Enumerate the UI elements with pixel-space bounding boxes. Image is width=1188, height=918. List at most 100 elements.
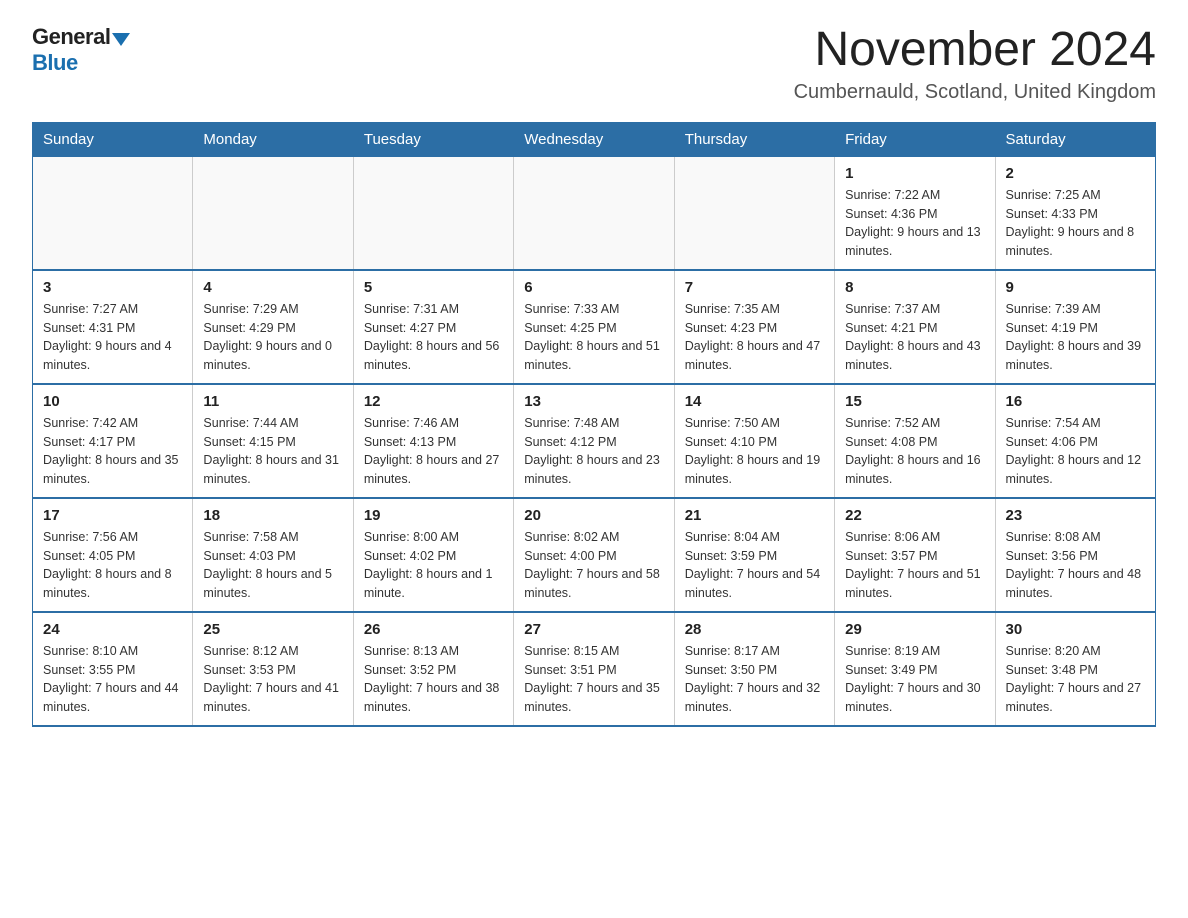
day-number: 29 — [845, 621, 984, 638]
calendar-subtitle: Cumbernauld, Scotland, United Kingdom — [794, 81, 1156, 104]
day-number: 13 — [524, 393, 663, 410]
day-number: 16 — [1006, 393, 1145, 410]
week-row-1: 1Sunrise: 7:22 AMSunset: 4:36 PMDaylight… — [33, 156, 1156, 270]
day-info: Sunrise: 7:46 AMSunset: 4:13 PMDaylight:… — [364, 414, 503, 489]
day-number: 24 — [43, 621, 182, 638]
day-info: Sunrise: 8:02 AMSunset: 4:00 PMDaylight:… — [524, 528, 663, 603]
calendar-table: SundayMondayTuesdayWednesdayThursdayFrid… — [32, 122, 1156, 727]
day-cell: 20 Sunrise: 8:02 AMSunset: 4:00 PMDayligh… — [514, 498, 674, 612]
day-cell: 21 Sunrise: 8:04 AMSunset: 3:59 PMDayligh… — [674, 498, 834, 612]
day-info: Sunrise: 8:13 AMSunset: 3:52 PMDaylight:… — [364, 642, 503, 717]
day-cell: 16 Sunrise: 7:54 AMSunset: 4:06 PMDayligh… — [995, 384, 1155, 498]
day-cell: 23 Sunrise: 8:08 AMSunset: 3:56 PMDayligh… — [995, 498, 1155, 612]
day-number: 4 — [203, 279, 342, 296]
day-cell — [353, 156, 513, 270]
day-number: 22 — [845, 507, 984, 524]
day-cell: 10 Sunrise: 7:42 AMSunset: 4:17 PMDayligh… — [33, 384, 193, 498]
day-number: 10 — [43, 393, 182, 410]
day-number: 27 — [524, 621, 663, 638]
logo-general-text: General — [32, 24, 110, 49]
title-block: November 2024 Cumbernauld, Scotland, Uni… — [794, 24, 1156, 104]
day-cell: 29Sunrise: 8:19 AMSunset: 3:49 PMDayligh… — [835, 612, 995, 726]
day-cell — [514, 156, 674, 270]
logo: General Blue — [32, 24, 130, 76]
logo-general-row: General — [32, 24, 130, 50]
day-number: 26 — [364, 621, 503, 638]
day-number: 1 — [845, 165, 984, 182]
day-cell: 25 Sunrise: 8:12 AMSunset: 3:53 PMDayligh… — [193, 612, 353, 726]
day-cell: 28 Sunrise: 8:17 AMSunset: 3:50 PMDayligh… — [674, 612, 834, 726]
day-info: Sunrise: 7:39 AMSunset: 4:19 PMDaylight:… — [1006, 300, 1145, 375]
day-number: 21 — [685, 507, 824, 524]
day-cell: 26 Sunrise: 8:13 AMSunset: 3:52 PMDayligh… — [353, 612, 513, 726]
day-number: 19 — [364, 507, 503, 524]
logo-blue-row: Blue — [32, 50, 78, 76]
day-number: 14 — [685, 393, 824, 410]
day-cell: 11 Sunrise: 7:44 AMSunset: 4:15 PMDayligh… — [193, 384, 353, 498]
day-info: Sunrise: 7:58 AMSunset: 4:03 PMDaylight:… — [203, 528, 342, 603]
day-info: Sunrise: 8:10 AMSunset: 3:55 PMDaylight:… — [43, 642, 182, 717]
col-header-saturday: Saturday — [995, 122, 1155, 156]
day-cell — [674, 156, 834, 270]
day-info: Sunrise: 7:25 AMSunset: 4:33 PMDaylight:… — [1006, 186, 1145, 261]
day-cell: 2Sunrise: 7:25 AMSunset: 4:33 PMDaylight… — [995, 156, 1155, 270]
col-header-wednesday: Wednesday — [514, 122, 674, 156]
day-info: Sunrise: 7:29 AMSunset: 4:29 PMDaylight:… — [203, 300, 342, 375]
day-number: 8 — [845, 279, 984, 296]
day-cell: 24 Sunrise: 8:10 AMSunset: 3:55 PMDayligh… — [33, 612, 193, 726]
col-header-monday: Monday — [193, 122, 353, 156]
col-header-tuesday: Tuesday — [353, 122, 513, 156]
day-info: Sunrise: 7:48 AMSunset: 4:12 PMDaylight:… — [524, 414, 663, 489]
week-row-3: 10 Sunrise: 7:42 AMSunset: 4:17 PMDayligh… — [33, 384, 1156, 498]
day-info: Sunrise: 7:35 AMSunset: 4:23 PMDaylight:… — [685, 300, 824, 375]
day-info: Sunrise: 7:33 AMSunset: 4:25 PMDaylight:… — [524, 300, 663, 375]
day-number: 25 — [203, 621, 342, 638]
week-row-2: 3Sunrise: 7:27 AMSunset: 4:31 PMDaylight… — [33, 270, 1156, 384]
day-cell: 27 Sunrise: 8:15 AMSunset: 3:51 PMDayligh… — [514, 612, 674, 726]
day-cell: 3Sunrise: 7:27 AMSunset: 4:31 PMDaylight… — [33, 270, 193, 384]
day-info: Sunrise: 8:20 AMSunset: 3:48 PMDaylight:… — [1006, 642, 1145, 717]
day-cell: 8Sunrise: 7:37 AMSunset: 4:21 PMDaylight… — [835, 270, 995, 384]
day-cell — [193, 156, 353, 270]
day-info: Sunrise: 8:15 AMSunset: 3:51 PMDaylight:… — [524, 642, 663, 717]
day-number: 20 — [524, 507, 663, 524]
day-number: 7 — [685, 279, 824, 296]
day-cell: 7 Sunrise: 7:35 AMSunset: 4:23 PMDaylight… — [674, 270, 834, 384]
day-cell: 17 Sunrise: 7:56 AMSunset: 4:05 PMDayligh… — [33, 498, 193, 612]
day-info: Sunrise: 8:00 AMSunset: 4:02 PMDaylight:… — [364, 528, 503, 603]
day-info: Sunrise: 8:12 AMSunset: 3:53 PMDaylight:… — [203, 642, 342, 717]
day-number: 5 — [364, 279, 503, 296]
day-number: 12 — [364, 393, 503, 410]
logo-triangle-icon — [112, 33, 130, 46]
day-info: Sunrise: 7:42 AMSunset: 4:17 PMDaylight:… — [43, 414, 182, 489]
calendar-title: November 2024 — [794, 24, 1156, 77]
day-number: 6 — [524, 279, 663, 296]
day-number: 9 — [1006, 279, 1145, 296]
day-info: Sunrise: 8:06 AMSunset: 3:57 PMDaylight:… — [845, 528, 984, 603]
day-cell: 9 Sunrise: 7:39 AMSunset: 4:19 PMDaylight… — [995, 270, 1155, 384]
day-number: 3 — [43, 279, 182, 296]
day-info: Sunrise: 7:44 AMSunset: 4:15 PMDaylight:… — [203, 414, 342, 489]
day-cell: 4 Sunrise: 7:29 AMSunset: 4:29 PMDaylight… — [193, 270, 353, 384]
day-number: 23 — [1006, 507, 1145, 524]
day-info: Sunrise: 7:56 AMSunset: 4:05 PMDaylight:… — [43, 528, 182, 603]
day-cell: 19 Sunrise: 8:00 AMSunset: 4:02 PMDayligh… — [353, 498, 513, 612]
day-number: 28 — [685, 621, 824, 638]
day-cell: 13 Sunrise: 7:48 AMSunset: 4:12 PMDayligh… — [514, 384, 674, 498]
day-cell: 6 Sunrise: 7:33 AMSunset: 4:25 PMDaylight… — [514, 270, 674, 384]
day-info: Sunrise: 8:04 AMSunset: 3:59 PMDaylight:… — [685, 528, 824, 603]
week-row-5: 24 Sunrise: 8:10 AMSunset: 3:55 PMDayligh… — [33, 612, 1156, 726]
day-cell: 1Sunrise: 7:22 AMSunset: 4:36 PMDaylight… — [835, 156, 995, 270]
day-cell: 5Sunrise: 7:31 AMSunset: 4:27 PMDaylight… — [353, 270, 513, 384]
day-cell: 15Sunrise: 7:52 AMSunset: 4:08 PMDayligh… — [835, 384, 995, 498]
page-header: General Blue November 2024 Cumbernauld, … — [32, 24, 1156, 104]
col-header-sunday: Sunday — [33, 122, 193, 156]
day-number: 17 — [43, 507, 182, 524]
calendar-header-row: SundayMondayTuesdayWednesdayThursdayFrid… — [33, 122, 1156, 156]
day-info: Sunrise: 8:17 AMSunset: 3:50 PMDaylight:… — [685, 642, 824, 717]
day-number: 30 — [1006, 621, 1145, 638]
day-info: Sunrise: 8:08 AMSunset: 3:56 PMDaylight:… — [1006, 528, 1145, 603]
day-info: Sunrise: 7:54 AMSunset: 4:06 PMDaylight:… — [1006, 414, 1145, 489]
day-number: 11 — [203, 393, 342, 410]
day-cell: 12 Sunrise: 7:46 AMSunset: 4:13 PMDayligh… — [353, 384, 513, 498]
